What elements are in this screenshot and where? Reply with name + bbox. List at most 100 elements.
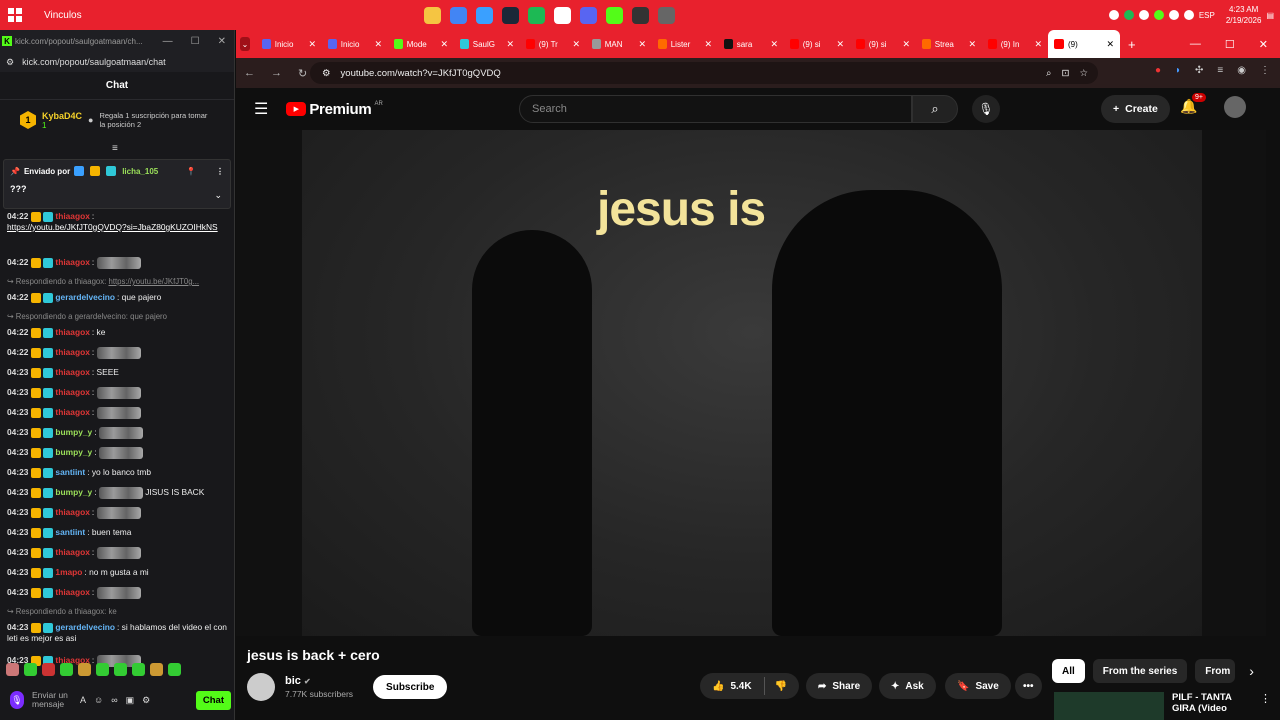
- taskbar-app-icon[interactable]: [580, 6, 597, 24]
- close-tab-icon[interactable]: ✕: [638, 39, 646, 50]
- tray-icon[interactable]: [1183, 10, 1194, 20]
- extensions-puzzle-icon[interactable]: ✣: [1195, 65, 1203, 76]
- site-info-icon[interactable]: ⚙: [322, 68, 331, 79]
- taskbar-app-icon[interactable]: [476, 6, 493, 24]
- kick-url-bar[interactable]: ⚙ kick.com/popout/saulgoatmaan/chat: [0, 52, 234, 72]
- close-tab-icon[interactable]: ✕: [440, 39, 448, 50]
- taskbar-app-icon[interactable]: [424, 6, 441, 24]
- browser-tab[interactable]: Inicio ✕: [256, 30, 322, 58]
- related-video[interactable]: PILF - TANTA GIRA (Video ⋮: [1054, 692, 1271, 720]
- message-link[interactable]: https://youtu.be/JKfJT0gQVDQ?si=JbaZ80gK…: [7, 222, 218, 232]
- related-video-thumbnail[interactable]: [1054, 692, 1164, 720]
- message-username[interactable]: thiaagox: [55, 327, 89, 337]
- bookmark-star-icon[interactable]: ☆: [1079, 68, 1088, 79]
- message-username[interactable]: santiint: [55, 467, 85, 477]
- message-username[interactable]: gerardelvecino: [55, 292, 115, 302]
- install-icon[interactable]: ⊡: [1062, 68, 1070, 79]
- site-settings-icon[interactable]: ⚙: [6, 57, 14, 68]
- close-tab-icon[interactable]: ✕: [506, 39, 514, 50]
- channel-name[interactable]: bic ✔: [285, 675, 353, 687]
- zoom-icon[interactable]: ⌕: [1046, 68, 1051, 79]
- browser-tab[interactable]: Inicio ✕: [322, 30, 388, 58]
- tray-icon[interactable]: [1123, 10, 1134, 20]
- message-username[interactable]: thiaagox: [55, 211, 89, 221]
- send-chat-button[interactable]: Chat: [195, 690, 231, 710]
- taskbar-app-icon[interactable]: [528, 6, 545, 24]
- expand-pinned-icon[interactable]: ⌄: [214, 190, 222, 201]
- maximize-icon[interactable]: ☐: [1225, 38, 1235, 51]
- message-username[interactable]: bumpy_y: [55, 447, 92, 457]
- pinned-username[interactable]: licha_105: [122, 167, 158, 176]
- create-button[interactable]: + Create: [1101, 95, 1170, 123]
- ask-button[interactable]: ✦ Ask: [879, 673, 936, 699]
- minimize-icon[interactable]: —: [163, 36, 173, 47]
- emote-picker-icon[interactable]: ∞: [111, 695, 117, 705]
- share-button[interactable]: ➦ Share: [806, 673, 873, 699]
- notifications-bell-icon[interactable]: 🔔 9+: [1180, 93, 1206, 115]
- reload-icon[interactable]: ↻: [298, 67, 307, 80]
- emote-icon[interactable]: [24, 662, 37, 676]
- close-icon[interactable]: ✕: [1259, 38, 1268, 51]
- emote-icon[interactable]: [150, 662, 163, 676]
- clock[interactable]: 4:23 AM 2/19/2026: [1226, 4, 1262, 26]
- like-button[interactable]: 👍 5.4K 👎: [700, 673, 800, 699]
- chip-from-the-series[interactable]: From the series: [1092, 659, 1188, 683]
- emote-icon[interactable]: [114, 662, 127, 676]
- microphone-icon[interactable]: 🎙: [10, 691, 24, 709]
- taskbar-app-icon[interactable]: [606, 6, 623, 24]
- chrome-menu-icon[interactable]: ⋮: [1260, 65, 1270, 76]
- leader-username[interactable]: KybaD4C: [42, 111, 82, 121]
- message-username[interactable]: santiint: [55, 527, 85, 537]
- close-tab-icon[interactable]: ✕: [902, 39, 910, 50]
- emote-icon[interactable]: [132, 662, 145, 676]
- more-options-icon[interactable]: ⋮: [1260, 692, 1271, 720]
- youtube-premium-logo[interactable]: ▶ Premium AR: [286, 101, 383, 118]
- browser-tab[interactable]: Lister ✕: [652, 30, 718, 58]
- emoji-icon[interactable]: ☺: [94, 695, 103, 705]
- voice-search-icon[interactable]: 🎙: [972, 95, 1000, 123]
- collapse-leaderboard-icon[interactable]: ≡: [112, 143, 118, 154]
- subscribe-button[interactable]: Subscribe: [373, 675, 448, 699]
- thumbs-down-icon[interactable]: 👎: [763, 677, 787, 695]
- browser-tab[interactable]: (9) ✕: [1048, 30, 1120, 58]
- browser-tab[interactable]: Strea ✕: [916, 30, 982, 58]
- chat-input[interactable]: Enviar un mensaje: [32, 691, 72, 709]
- message-username[interactable]: thiaagox: [55, 257, 89, 267]
- close-tab-icon[interactable]: ✕: [1034, 39, 1042, 50]
- taskbar-app-icon[interactable]: [450, 6, 467, 24]
- message-username[interactable]: thiaagox: [55, 347, 89, 357]
- video-frame[interactable]: jesus is: [302, 130, 1202, 636]
- more-actions-icon[interactable]: •••: [1015, 673, 1042, 699]
- message-username[interactable]: thiaagox: [55, 387, 89, 397]
- close-icon[interactable]: ✕: [218, 36, 226, 47]
- message-username[interactable]: bumpy_y: [55, 427, 92, 437]
- close-tab-icon[interactable]: ✕: [308, 39, 316, 50]
- search-input[interactable]: Search: [519, 95, 912, 123]
- gift-sub-prompt[interactable]: Regala 1 suscripción para tomar la posic…: [99, 111, 214, 129]
- tray-icon[interactable]: [1153, 10, 1164, 20]
- unpin-icon[interactable]: 📍: [186, 167, 196, 176]
- tray-icon[interactable]: [1108, 10, 1119, 20]
- save-button[interactable]: 🔖 Save: [945, 673, 1011, 699]
- browser-tab[interactable]: MAN ✕: [586, 30, 652, 58]
- browser-tab[interactable]: (9) In ✕: [982, 30, 1048, 58]
- language-indicator[interactable]: ESP: [1199, 11, 1215, 20]
- chip-all[interactable]: All: [1052, 659, 1085, 683]
- minimize-icon[interactable]: —: [1190, 38, 1201, 51]
- search-icon[interactable]: ⌕: [912, 95, 958, 123]
- new-tab-icon[interactable]: +: [1128, 37, 1136, 52]
- message-username[interactable]: 1mapo: [55, 567, 82, 577]
- emote-icon[interactable]: [42, 662, 55, 676]
- taskbar-app-icon[interactable]: [502, 6, 519, 24]
- channel-avatar[interactable]: [247, 673, 275, 701]
- taskbar-app-icon[interactable]: [554, 6, 571, 24]
- tray-icon[interactable]: [1168, 10, 1179, 20]
- omnibox[interactable]: ⚙ youtube.com/watch?v=JKfJT0gQVDQ ⌕ ⊡ ☆: [310, 62, 1098, 84]
- more-options-icon[interactable]: ⋮: [216, 167, 224, 176]
- account-avatar[interactable]: [1224, 96, 1246, 118]
- close-tab-icon[interactable]: ✕: [770, 39, 778, 50]
- browser-tab[interactable]: sara ✕: [718, 30, 784, 58]
- emote-icon[interactable]: [96, 662, 109, 676]
- hamburger-menu-icon[interactable]: ☰: [254, 99, 268, 119]
- message-username[interactable]: thiaagox: [55, 407, 89, 417]
